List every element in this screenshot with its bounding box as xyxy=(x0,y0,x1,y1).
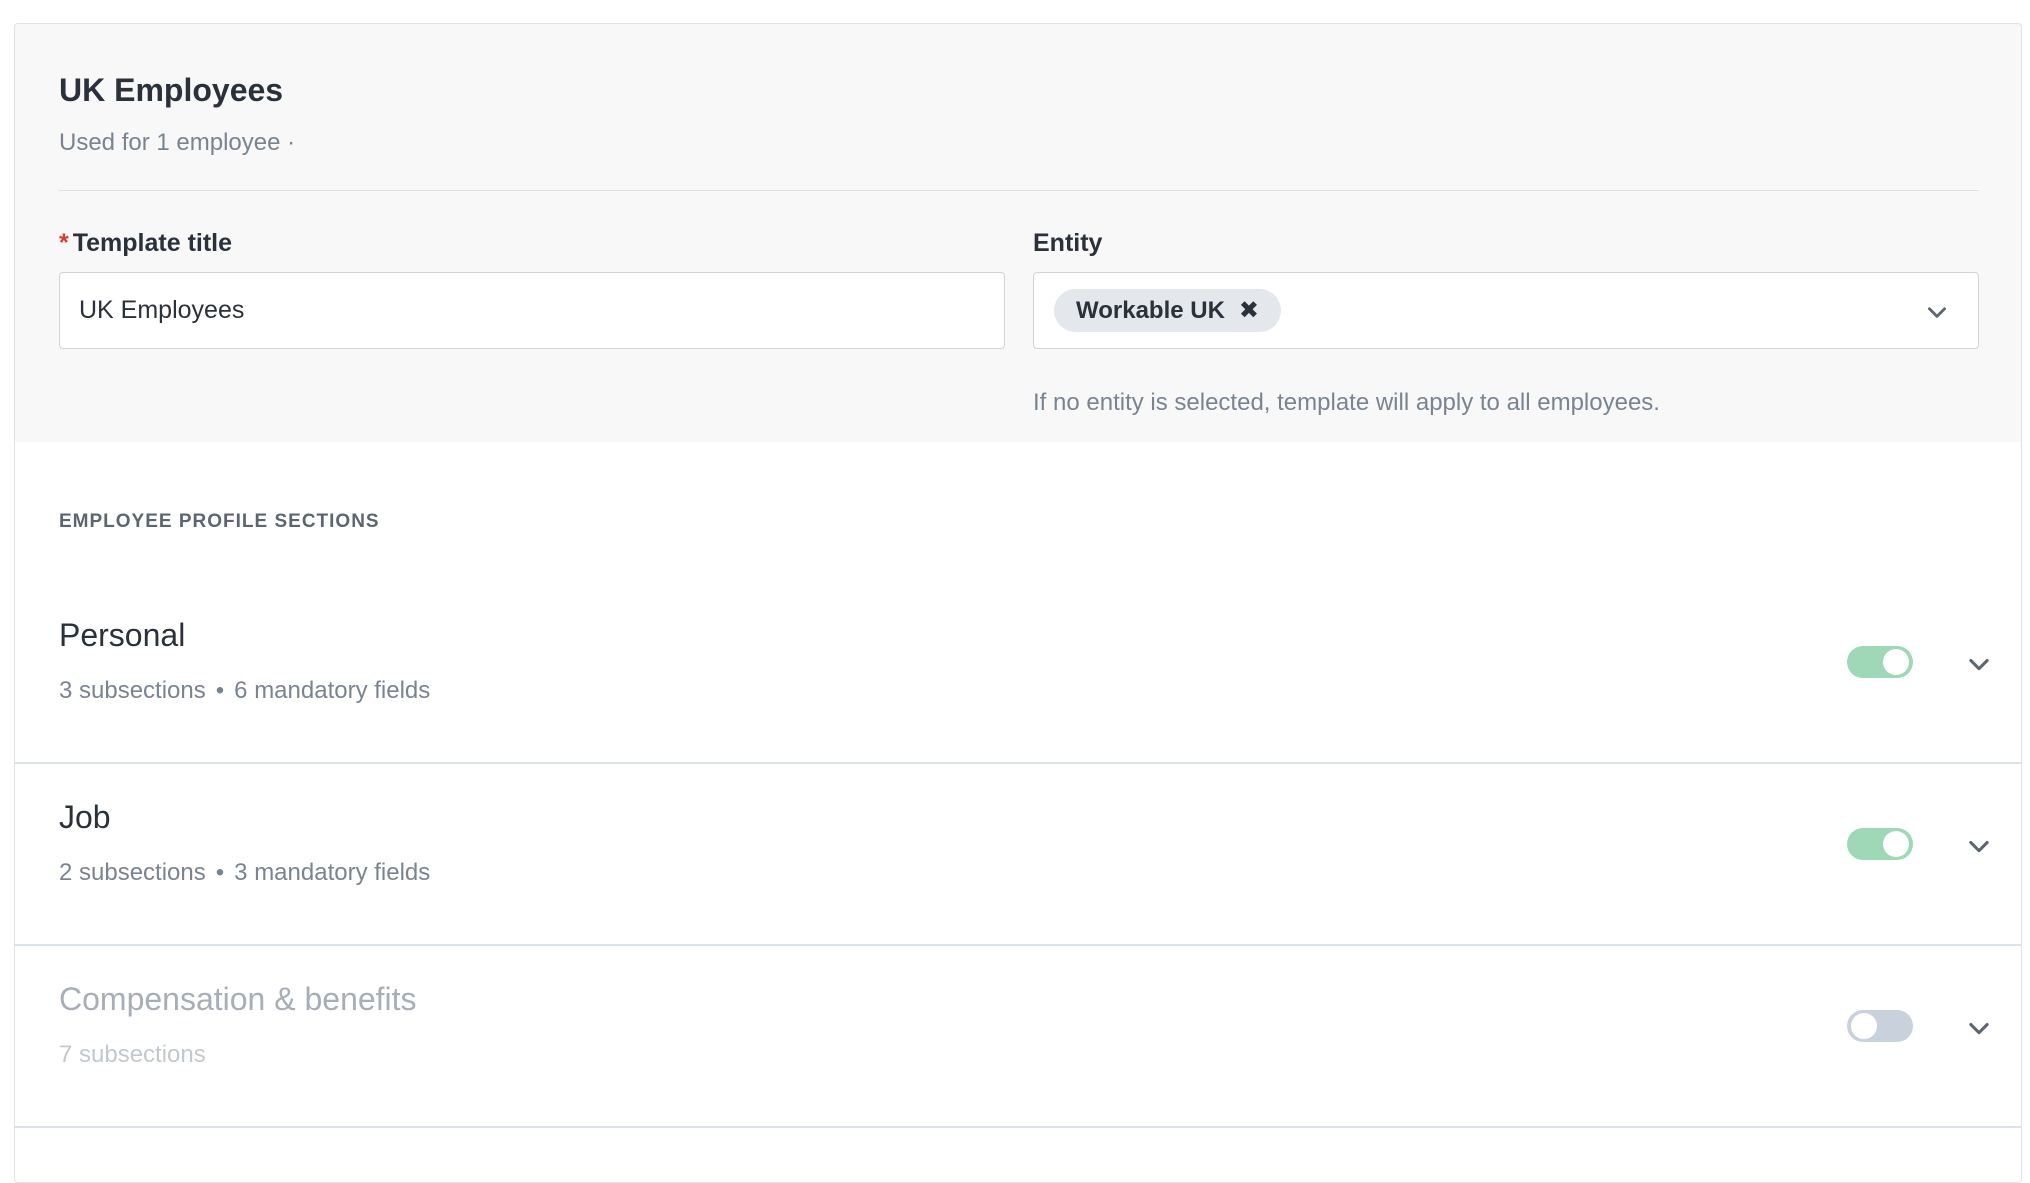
section-meta: 3 subsections • 6 mandatory fields xyxy=(59,677,430,705)
section-title: Personal xyxy=(59,617,186,653)
toggle-knob xyxy=(1851,1013,1877,1039)
section-meta: 7 subsections xyxy=(59,1041,206,1069)
chevron-down-icon[interactable] xyxy=(1965,1014,1993,1042)
template-card: UK Employees Used for 1 employee · * Temp… xyxy=(14,23,2022,1183)
mandatory-count: 3 mandatory fields xyxy=(234,859,431,886)
section-row-personal: Personal 3 subsections • 6 mandatory field… xyxy=(15,582,2021,764)
usage-text: Used for 1 employee · xyxy=(59,129,296,156)
entity-chip: Workable UK ✖ xyxy=(1054,289,1282,332)
meta-separator: • xyxy=(215,677,225,704)
entity-select[interactable]: Workable UK ✖ xyxy=(1033,272,1979,349)
subsection-count: 7 subsections xyxy=(59,1041,206,1068)
divider xyxy=(59,190,1979,191)
section-title: Job xyxy=(59,799,111,835)
chevron-down-icon[interactable] xyxy=(1965,832,1993,860)
template-header-panel: UK Employees Used for 1 employee · * Temp… xyxy=(15,24,2021,442)
section-title: Compensation & benefits xyxy=(59,981,417,1017)
sections-heading: EMPLOYEE PROFILE SECTIONS xyxy=(59,511,380,532)
chevron-down-icon[interactable] xyxy=(1965,650,1993,678)
template-title-input[interactable]: UK Employees xyxy=(59,272,1005,349)
entity-label: Entity xyxy=(1033,229,1103,257)
section-toggle-job[interactable] xyxy=(1847,828,1913,860)
template-title-label: * Template title xyxy=(59,229,232,258)
close-icon[interactable]: ✖ xyxy=(1239,296,1259,325)
chevron-down-icon[interactable] xyxy=(1924,299,1950,325)
template-title-label-text: Template title xyxy=(72,229,233,257)
toggle-knob xyxy=(1883,649,1909,675)
subsection-count: 2 subsections xyxy=(59,859,206,886)
section-toggle-personal[interactable] xyxy=(1847,646,1913,678)
section-toggle-compensation[interactable] xyxy=(1847,1010,1913,1042)
section-row-job: Job 2 subsections • 3 mandatory fields xyxy=(15,764,2021,946)
section-row-compensation: Compensation & benefits 7 subsections xyxy=(15,946,2021,1128)
entity-chip-label: Workable UK xyxy=(1076,296,1225,324)
required-marker: * xyxy=(59,229,69,257)
section-meta: 2 subsections • 3 mandatory fields xyxy=(59,859,430,887)
subsection-count: 3 subsections xyxy=(59,677,206,704)
entity-helper-text: If no entity is selected, template will … xyxy=(1033,389,1660,416)
mandatory-count: 6 mandatory fields xyxy=(234,677,431,704)
meta-separator: • xyxy=(215,859,225,886)
toggle-knob xyxy=(1883,831,1909,857)
page-title: UK Employees xyxy=(59,72,284,108)
